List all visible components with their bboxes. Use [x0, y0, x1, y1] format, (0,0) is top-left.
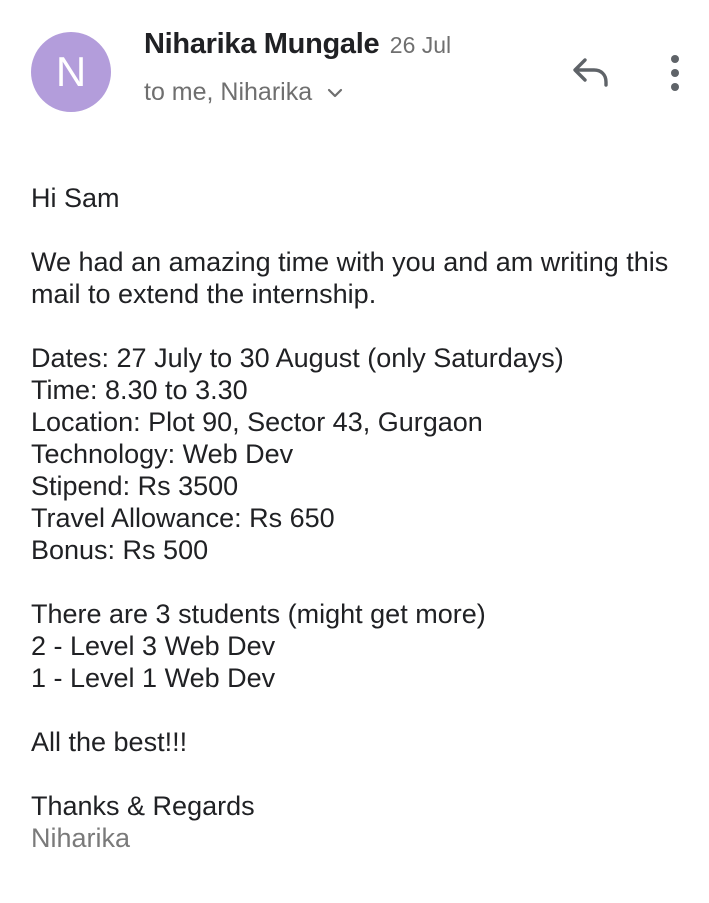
students-level-1: 1 - Level 1 Web Dev — [31, 663, 276, 693]
signature-text: Niharika — [31, 823, 131, 853]
closing-text: All the best!!! — [31, 727, 188, 757]
intro-text: mail to extend the internship. — [31, 279, 377, 309]
detail-time: Time: 8.30 to 3.30 — [31, 375, 248, 405]
more-options-button[interactable] — [660, 52, 690, 96]
recipient-summary: to me, Niharika — [144, 78, 313, 106]
message-body: Hi Sam We had an amazing time with you a… — [31, 182, 691, 854]
sent-date: 26 Jul — [389, 32, 452, 58]
sender-name[interactable]: Niharika Mungale — [144, 28, 380, 60]
message-header: N Niharika Mungale 26 Jul to me, Niharik… — [0, 0, 709, 140]
intro-text: We had an amazing time with you and am w… — [31, 247, 669, 277]
detail-travel-allowance: Travel Allowance: Rs 650 — [31, 503, 335, 533]
detail-dates: Dates: 27 July to 30 August (only Saturd… — [31, 343, 564, 373]
detail-technology: Technology: Web Dev — [31, 439, 294, 469]
recipient-details-toggle[interactable]: to me, Niharika — [144, 78, 348, 107]
detail-bonus: Bonus: Rs 500 — [31, 535, 209, 565]
detail-location: Location: Plot 90, Sector 43, Gurgaon — [31, 407, 483, 437]
students-summary: There are 3 students (might get more) — [31, 599, 486, 629]
sender-line: Niharika Mungale 26 Jul — [144, 28, 451, 61]
sender-avatar[interactable]: N — [31, 32, 111, 112]
vertical-dots-icon — [660, 52, 690, 96]
signoff-text: Thanks & Regards — [31, 791, 255, 821]
reply-button[interactable] — [569, 52, 613, 92]
chevron-down-icon[interactable] — [322, 80, 348, 106]
greeting: Hi Sam — [31, 183, 120, 213]
students-level-3: 2 - Level 3 Web Dev — [31, 631, 276, 661]
reply-arrow-icon — [569, 52, 613, 92]
detail-stipend: Stipend: Rs 3500 — [31, 471, 239, 501]
